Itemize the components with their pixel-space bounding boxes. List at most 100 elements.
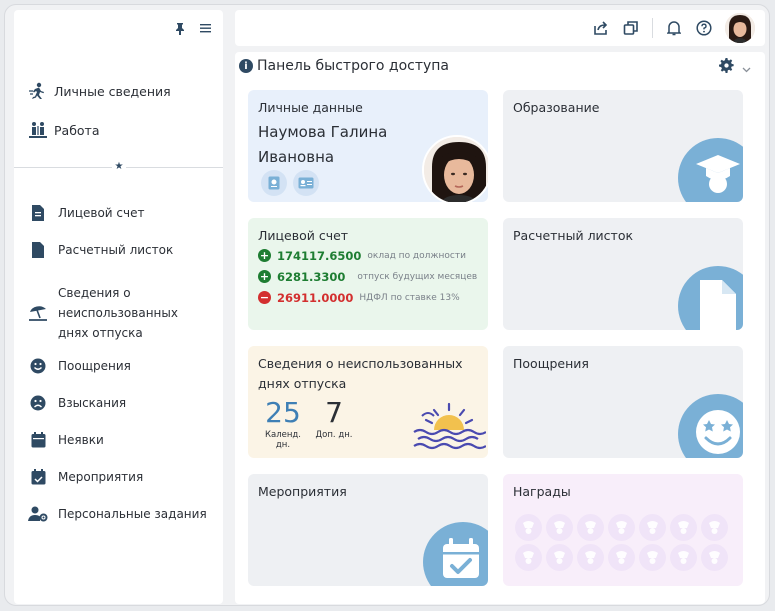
award-placeholder-icon <box>515 514 542 541</box>
award-placeholder-icon <box>639 514 666 541</box>
sunset-sea-icon <box>412 400 487 456</box>
graduate-icon <box>678 138 743 202</box>
card-title: Сведения о неиспользованных днях отпуска <box>258 356 463 391</box>
award-placeholder-icon <box>701 514 728 541</box>
plus-icon: + <box>258 270 271 283</box>
award-placeholder-icon <box>670 544 697 571</box>
calendar-check-icon <box>28 467 48 487</box>
star-icon: ★ <box>112 160 126 174</box>
sidebar-item-label: Расчетный листок <box>58 243 174 257</box>
user-gear-icon <box>28 504 48 524</box>
employee-name-line1: Наумова Галина <box>258 123 388 141</box>
card-awards[interactable]: Награды <box>503 474 743 586</box>
document-icon <box>28 203 48 223</box>
sidebar-item-label: Персональные задания <box>58 507 207 521</box>
award-placeholder-icon <box>608 514 635 541</box>
sidebar-item-personal-tasks[interactable]: Персональные задания <box>28 504 213 524</box>
sidebar-item-events[interactable]: Мероприятия <box>28 467 213 487</box>
passport-icon[interactable] <box>261 170 287 196</box>
employee-photo <box>422 135 488 202</box>
sidebar-toolbar <box>174 22 211 39</box>
award-placeholder-icon <box>546 544 573 571</box>
card-personal-data[interactable]: Личные данные Наумова Галина Ивановна <box>248 90 488 202</box>
card-account[interactable]: Лицевой счет + 174117.6500 оклад по долж… <box>248 218 488 330</box>
sidebar-item-label: Сведения о неиспользованных днях отпуска <box>58 286 178 340</box>
account-amount: 174117.6500 <box>277 248 362 263</box>
bell-icon[interactable] <box>665 19 683 37</box>
smile-icon <box>678 394 743 458</box>
card-title: Образование <box>513 100 600 115</box>
card-title: Поощрения <box>513 356 589 371</box>
extra-days-value: 7 <box>325 396 343 429</box>
sidebar-item-rewards[interactable]: Поощрения <box>28 356 213 376</box>
pin-icon[interactable] <box>174 22 186 39</box>
card-events[interactable]: Мероприятия <box>248 474 488 586</box>
employee-name-line2: Ивановна <box>258 148 335 166</box>
sidebar: Личные сведения Работа ★ Лицевой счет Ра… <box>14 10 223 604</box>
panel-settings-button[interactable] <box>719 58 751 77</box>
panel-title: Панель быстрого доступа <box>257 58 450 74</box>
account-rows: + 174117.6500 оклад по должности + 6281.… <box>258 245 477 308</box>
panel-header: i Панель быстрого доступа <box>239 58 449 74</box>
vacation-extra-days: 7 Доп. дн. <box>314 396 354 440</box>
info-icon: i <box>239 59 253 73</box>
top-bar <box>235 10 765 46</box>
plus-icon: + <box>258 249 271 262</box>
sidebar-item-work[interactable]: Работа <box>28 121 100 139</box>
sidebar-item-vacation[interactable]: Сведения о неиспользованных днях отпуска <box>28 283 213 343</box>
award-placeholder-icon <box>546 514 573 541</box>
quick-access-panel: i Панель быстрого доступа Личные данные … <box>235 52 765 604</box>
file-icon <box>28 240 48 260</box>
award-placeholder-icon <box>670 514 697 541</box>
help-icon[interactable] <box>695 19 713 37</box>
share-icon[interactable] <box>592 19 610 37</box>
account-amount: 26911.0000 <box>277 290 354 305</box>
sidebar-item-account[interactable]: Лицевой счет <box>28 203 213 223</box>
card-payslip[interactable]: Расчетный листок <box>503 218 743 330</box>
sidebar-item-personal-info[interactable]: Личные сведения <box>28 82 171 100</box>
sidebar-item-absences[interactable]: Неявки <box>28 430 213 450</box>
sidebar-item-label: Личные сведения <box>54 83 171 99</box>
toolbar-separator <box>652 18 653 38</box>
extra-days-label: Доп. дн. <box>315 430 353 440</box>
avatar[interactable] <box>725 13 755 43</box>
sad-face-icon <box>28 393 48 413</box>
id-card-icon[interactable] <box>293 170 319 196</box>
award-placeholder-icon <box>639 544 666 571</box>
work-icon <box>28 121 48 139</box>
account-label: НДФЛ по ставке 13% <box>359 292 460 303</box>
account-label: отпуск будущих месяцев <box>357 271 478 282</box>
smile-icon <box>28 356 48 376</box>
award-placeholder-icon <box>577 544 604 571</box>
card-title: Награды <box>513 484 571 499</box>
award-placeholder-icon <box>577 514 604 541</box>
sidebar-item-label: Мероприятия <box>58 470 144 484</box>
card-education[interactable]: Образование <box>503 90 743 202</box>
menu-icon[interactable] <box>200 22 211 39</box>
windows-icon[interactable] <box>622 19 640 37</box>
person-run-icon <box>28 82 48 100</box>
calendar-days-value: 25 <box>265 396 301 429</box>
gear-icon <box>719 58 734 77</box>
card-rewards[interactable]: Поощрения <box>503 346 743 458</box>
account-row: + 174117.6500 оклад по должности <box>258 245 477 266</box>
chevron-down-icon <box>742 58 751 77</box>
sidebar-item-penalties[interactable]: Взыскания <box>28 393 213 413</box>
calendar-check-icon <box>423 522 488 586</box>
card-title: Лицевой счет <box>258 228 349 243</box>
employee-name: Наумова Галина Ивановна <box>258 120 387 170</box>
sidebar-item-label: Поощрения <box>58 359 131 373</box>
award-placeholder-icon <box>515 544 542 571</box>
beach-umbrella-icon <box>28 303 48 323</box>
file-icon <box>678 266 743 330</box>
account-row: − 26911.0000 НДФЛ по ставке 13% <box>258 287 477 308</box>
calendar-days-label: Календ. дн. <box>264 430 302 450</box>
sidebar-item-label: Неявки <box>58 433 104 447</box>
award-placeholder-icon <box>701 544 728 571</box>
sidebar-item-label: Работа <box>54 122 100 138</box>
card-vacation[interactable]: Сведения о неиспользованных днях отпуска… <box>248 346 488 458</box>
sidebar-item-label: Лицевой счет <box>58 206 145 220</box>
sidebar-item-label: Взыскания <box>58 396 127 410</box>
account-row: + 6281.3300 отпуск будущих месяцев <box>258 266 477 287</box>
sidebar-item-payslip[interactable]: Расчетный листок <box>28 240 213 260</box>
